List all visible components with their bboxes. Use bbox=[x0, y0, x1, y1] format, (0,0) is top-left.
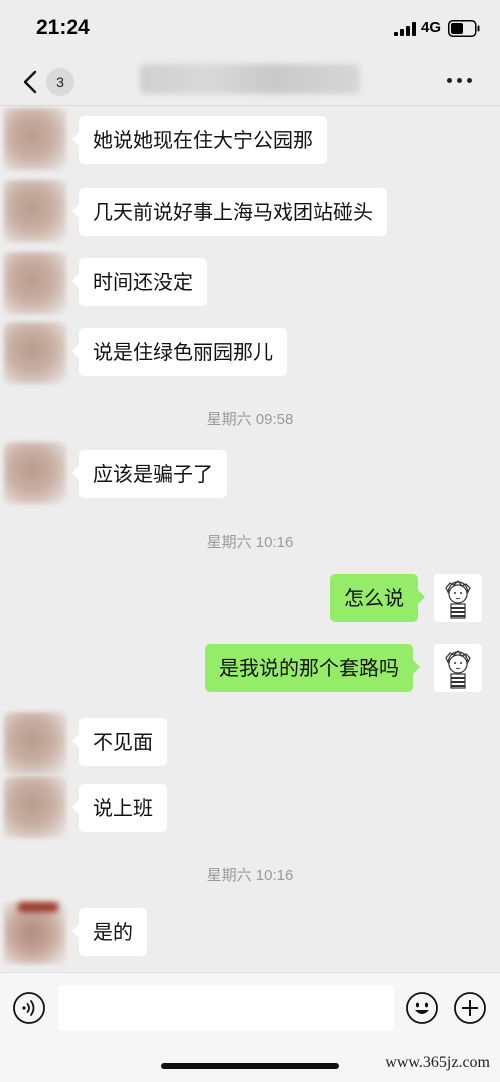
message-bubble[interactable]: 时间还没定 bbox=[72, 258, 207, 306]
unread-count-badge: 3 bbox=[46, 68, 74, 96]
message-timestamp: 星期六 10:16 bbox=[206, 534, 294, 551]
message-timestamp: 星期六 10:16 bbox=[206, 867, 294, 884]
contact-avatar[interactable] bbox=[4, 776, 66, 838]
chat-header: 3 bbox=[0, 58, 500, 106]
more-icon[interactable] bbox=[444, 70, 476, 90]
back-chevron-icon bbox=[23, 70, 37, 94]
message-bubble[interactable]: 怎么说 bbox=[330, 574, 425, 622]
status-bar: 21:24 4G bbox=[0, 0, 500, 58]
network-label: 4G bbox=[421, 19, 442, 36]
self-avatar[interactable] bbox=[434, 574, 482, 622]
contact-avatar[interactable] bbox=[4, 442, 66, 504]
contact-avatar[interactable] bbox=[4, 252, 66, 314]
chat-title-blurred bbox=[140, 64, 360, 94]
message-bubble[interactable]: 她说她现在住大宁公园那 bbox=[72, 116, 327, 164]
message-bubble[interactable]: 不见面 bbox=[72, 718, 167, 766]
watermark-text: www.365jz.com bbox=[385, 1054, 490, 1071]
status-time: 21:24 bbox=[36, 16, 90, 39]
voice-icon[interactable] bbox=[12, 991, 46, 1025]
contact-avatar[interactable] bbox=[4, 108, 66, 170]
emoji-icon[interactable] bbox=[405, 991, 439, 1025]
message-bubble[interactable]: 说是住绿色丽园那儿 bbox=[72, 328, 287, 376]
message-bubble[interactable]: 是的 bbox=[72, 908, 147, 956]
message-bubble[interactable]: 几天前说好事上海马戏团站碰头 bbox=[72, 188, 387, 236]
bottom-area: www.365jz.com bbox=[0, 1042, 500, 1082]
input-bar bbox=[0, 972, 500, 1042]
message-timestamp: 星期六 09:58 bbox=[206, 411, 294, 428]
home-indicator[interactable] bbox=[161, 1063, 339, 1069]
back-button[interactable]: 3 bbox=[18, 64, 78, 100]
self-avatar[interactable] bbox=[434, 644, 482, 692]
contact-avatar[interactable] bbox=[4, 902, 66, 964]
contact-avatar[interactable] bbox=[4, 322, 66, 384]
message-bubble[interactable]: 是我说的那个套路吗 bbox=[205, 644, 420, 692]
battery-icon bbox=[448, 20, 480, 37]
message-bubble[interactable]: 说上班 bbox=[72, 784, 167, 832]
contact-avatar[interactable] bbox=[4, 180, 66, 242]
message-bubble[interactable]: 应该是骗子了 bbox=[72, 450, 227, 498]
contact-avatar[interactable] bbox=[4, 712, 66, 774]
message-input[interactable] bbox=[58, 985, 394, 1031]
plus-icon[interactable] bbox=[453, 991, 487, 1025]
signal-icon bbox=[394, 22, 416, 36]
